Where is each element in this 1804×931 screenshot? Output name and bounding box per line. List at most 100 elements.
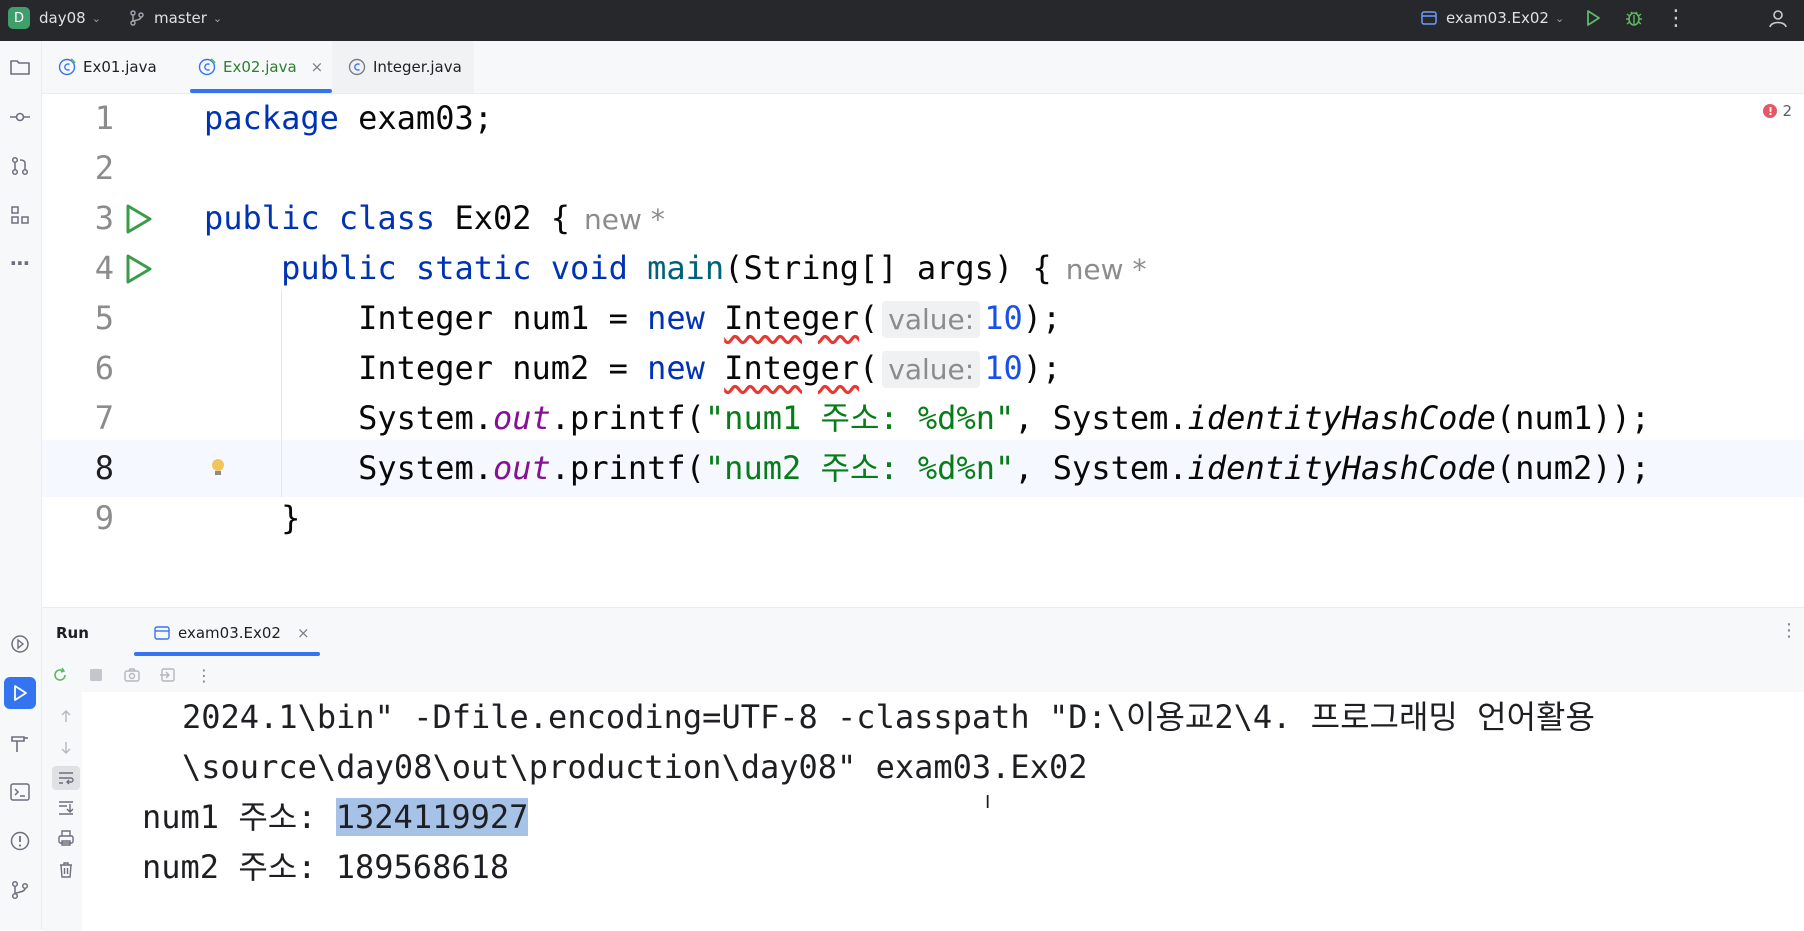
problems-tool-button[interactable] xyxy=(4,825,36,857)
code-token: Integer num2 = xyxy=(204,349,648,387)
scroll-down-button[interactable] xyxy=(56,738,76,758)
run-tab-exam03-ex02[interactable]: exam03.Ex02 × xyxy=(120,608,320,658)
tab-ex02-java[interactable]: Ex02.java × xyxy=(182,41,332,93)
line-number: 9 xyxy=(94,499,114,537)
pull-requests-tool-button[interactable] xyxy=(4,150,36,182)
scroll-to-end-icon xyxy=(59,801,74,815)
more-actions-icon[interactable]: ⋮ xyxy=(194,665,214,685)
project-badge: D xyxy=(8,7,30,29)
rerun-button[interactable] xyxy=(50,665,70,685)
line-number: 8 xyxy=(94,449,114,487)
output-prefix: num1 주소: xyxy=(142,798,336,836)
git-tool-button[interactable] xyxy=(4,874,36,906)
hammer-icon xyxy=(11,736,28,752)
code-editor[interactable]: ! 2 1 package exam03; 2 3 public class Ex02 … xyxy=(42,94,1804,606)
arrow-down-icon xyxy=(61,742,71,754)
tab-ex01-java[interactable]: Ex01.java xyxy=(42,41,182,93)
run-button[interactable] xyxy=(1581,6,1605,30)
line-number: 6 xyxy=(94,349,114,387)
terminal-tool-button[interactable] xyxy=(4,776,36,808)
run-options-icon[interactable]: ⋮ xyxy=(1780,620,1798,641)
branch-name: master xyxy=(154,9,207,27)
structure-tool-button[interactable] xyxy=(4,199,36,231)
line-number: 3 xyxy=(94,199,114,237)
export-button[interactable] xyxy=(158,665,178,685)
printer-icon xyxy=(58,830,74,846)
commit-tool-button[interactable] xyxy=(4,101,36,133)
run-header: Run exam03.Ex02 × ⋮ xyxy=(42,608,1804,658)
services-tool-button[interactable] xyxy=(4,628,36,660)
pull-request-icon xyxy=(11,156,29,176)
soft-wrap-icon xyxy=(59,772,74,785)
soft-wrap-button[interactable] xyxy=(52,766,80,790)
more-tools-icon[interactable]: ⋯ xyxy=(4,247,36,279)
code-token: public class xyxy=(204,199,436,237)
code-text: package exam03; xyxy=(204,90,493,147)
code-line[interactable]: 2 xyxy=(42,140,1804,197)
more-actions-icon[interactable]: ⋮ xyxy=(1664,6,1688,31)
gutter-run-icon[interactable] xyxy=(122,253,154,285)
code-token: (String[] args) { xyxy=(724,249,1052,287)
project-name: day08 xyxy=(39,9,86,27)
run-config-selector[interactable]: exam03.Ex02 ⌄ xyxy=(1420,0,1564,36)
console-line: 2024.1\bin" -Dfile.encoding=UTF-8 -class… xyxy=(182,698,1595,736)
code-line[interactable]: 4 public static void main(String[] args)… xyxy=(42,240,1804,297)
print-button[interactable] xyxy=(56,828,76,848)
code-line[interactable]: 6 Integer num2 = new Integer(value: 10); xyxy=(42,340,1804,397)
code-token: out xyxy=(492,399,551,437)
export-icon xyxy=(160,668,175,682)
code-token: new xyxy=(647,349,705,387)
console-side-toolbar xyxy=(42,694,82,931)
close-icon[interactable]: × xyxy=(311,58,324,76)
project-selector[interactable]: D day08 ⌄ xyxy=(8,0,101,36)
line-number: 5 xyxy=(94,299,114,337)
code-line[interactable]: 9 } xyxy=(42,490,1804,547)
code-line[interactable]: 3 public class Ex02 {new * xyxy=(42,190,1804,247)
camera-icon xyxy=(124,668,140,682)
code-token: , System. xyxy=(1014,449,1188,487)
console-line: num1 주소: 1324119927 xyxy=(142,792,529,842)
tab-label: Ex02.java xyxy=(223,58,297,76)
code-token: new xyxy=(647,299,705,337)
clear-console-button[interactable] xyxy=(56,860,76,880)
java-class-icon xyxy=(198,58,216,76)
stop-button[interactable] xyxy=(86,665,106,685)
code-token: identityHashCode xyxy=(1187,399,1496,437)
code-token: Ex02 { xyxy=(435,199,571,237)
line-number: 7 xyxy=(94,399,114,437)
code-line[interactable]: 8 System.out.printf("num2 주소: %d%n", Sys… xyxy=(42,440,1804,497)
code-line[interactable]: 5 Integer num1 = new Integer(value: 10); xyxy=(42,290,1804,347)
tab-integer-java[interactable]: Integer.java xyxy=(332,41,474,93)
scroll-to-end-button[interactable] xyxy=(56,798,76,818)
parameter-hint: value: xyxy=(882,351,981,388)
screenshot-button[interactable] xyxy=(122,665,142,685)
chevron-down-icon: ⌄ xyxy=(212,11,223,25)
run-config-name: exam03.Ex02 xyxy=(1446,9,1549,27)
code-token: exam03; xyxy=(338,99,493,137)
console-output[interactable]: 2024.1\bin" -Dfile.encoding=UTF-8 -class… xyxy=(82,692,1804,931)
console-line: num2 주소: 189568618 xyxy=(142,848,510,886)
code-text: System.out.printf("num2 주소: %d%n", Syste… xyxy=(204,440,1650,497)
scroll-up-button[interactable] xyxy=(56,706,76,726)
code-token: public static void xyxy=(204,249,628,287)
build-tool-button[interactable] xyxy=(4,727,36,759)
run-tool-button[interactable] xyxy=(4,677,36,709)
code-line[interactable]: 7 System.out.printf("num1 주소: %d%n", Sys… xyxy=(42,390,1804,447)
debug-button[interactable] xyxy=(1622,6,1646,30)
branch-selector[interactable]: master ⌄ xyxy=(128,0,222,36)
close-icon[interactable]: × xyxy=(297,624,310,642)
code-line[interactable]: 1 package exam03; xyxy=(42,90,1804,147)
services-icon xyxy=(11,635,29,653)
code-token: ( xyxy=(859,299,879,337)
structure-icon xyxy=(11,206,29,224)
git-branch-icon xyxy=(11,880,29,900)
project-tool-button[interactable] xyxy=(4,51,36,83)
account-button[interactable] xyxy=(1766,6,1790,30)
parameter-hint: value: xyxy=(882,301,981,338)
tab-label: Ex01.java xyxy=(83,58,157,76)
gutter-run-icon[interactable] xyxy=(122,203,154,235)
chevron-down-icon: ⌄ xyxy=(1554,11,1565,25)
code-token: ); xyxy=(1022,299,1062,337)
bug-icon xyxy=(1626,11,1642,26)
